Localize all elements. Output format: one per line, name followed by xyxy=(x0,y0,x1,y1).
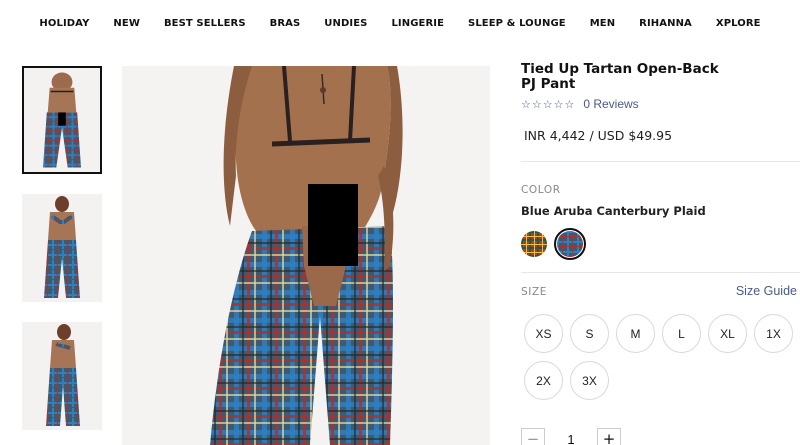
nav-item-bras[interactable]: BRAS xyxy=(258,18,313,29)
size-options: XS S M L XL 1X 2X 3X xyxy=(524,314,800,400)
product-thumbnail-image xyxy=(24,68,100,172)
divider xyxy=(521,161,800,162)
swatch-red-tartan[interactable] xyxy=(521,231,547,257)
product-title: Tied Up Tartan Open-Back PJ Pant xyxy=(521,61,719,92)
size-guide-link[interactable]: Size Guide xyxy=(736,284,797,298)
size-option-s[interactable]: S xyxy=(570,314,609,353)
thumbnail-back-view[interactable] xyxy=(22,66,102,174)
red-tartan-swatch-icon xyxy=(521,231,547,257)
product-photo xyxy=(122,66,490,445)
divider xyxy=(521,272,800,273)
thumbnail-list xyxy=(22,66,104,445)
size-option-3x[interactable]: 3X xyxy=(570,361,609,400)
size-option-xs[interactable]: XS xyxy=(524,314,563,353)
nav-item-lingerie[interactable]: LINGERIE xyxy=(379,18,456,29)
reviews-link[interactable]: 0 Reviews xyxy=(583,97,638,111)
review-summary: ☆☆☆☆☆ 0 Reviews xyxy=(521,96,800,112)
size-heading: SIZE xyxy=(521,286,547,298)
selected-color-name: Blue Aruba Canterbury Plaid xyxy=(521,204,706,218)
nav-item-best-sellers[interactable]: BEST SELLERS xyxy=(152,18,258,29)
nav-item-xplore[interactable]: XPLORE xyxy=(704,18,773,29)
quantity-increase-button[interactable]: + xyxy=(597,428,621,445)
quantity-stepper: − 1 + xyxy=(521,428,621,445)
color-heading: COLOR xyxy=(521,184,561,196)
top-navigation: HOLIDAY NEW BEST SELLERS BRAS UNDIES LIN… xyxy=(0,0,800,46)
product-thumbnail-image xyxy=(22,194,102,302)
blue-tartan-swatch-icon xyxy=(557,231,583,257)
product-thumbnail-image xyxy=(22,322,102,430)
product-price: INR 4,442 / USD $49.95 xyxy=(524,128,673,143)
product-main-image[interactable] xyxy=(122,66,490,445)
nav-item-sleep-lounge[interactable]: SLEEP & LOUNGE xyxy=(456,18,578,29)
swatch-blue-tartan[interactable] xyxy=(554,228,586,260)
color-swatches xyxy=(521,228,586,260)
product-info-panel: Tied Up Tartan Open-Back PJ Pant ☆☆☆☆☆ 0… xyxy=(521,61,800,445)
rating-stars-icon[interactable]: ☆☆☆☆☆ xyxy=(521,98,575,111)
size-option-1x[interactable]: 1X xyxy=(754,314,793,353)
thumbnail-front-view[interactable] xyxy=(22,194,102,302)
quantity-decrease-button[interactable]: − xyxy=(521,428,545,445)
size-option-2x[interactable]: 2X xyxy=(524,361,563,400)
size-option-xl[interactable]: XL xyxy=(708,314,747,353)
thumbnail-side-view[interactable] xyxy=(22,322,102,430)
nav-item-holiday[interactable]: HOLIDAY xyxy=(27,18,101,29)
size-option-l[interactable]: L xyxy=(662,314,701,353)
quantity-value: 1 xyxy=(567,431,575,445)
nav-item-new[interactable]: NEW xyxy=(101,18,152,29)
nav-item-undies[interactable]: UNDIES xyxy=(312,18,379,29)
nav-item-rihanna[interactable]: RIHANNA xyxy=(627,18,704,29)
size-option-m[interactable]: M xyxy=(616,314,655,353)
nav-item-men[interactable]: MEN xyxy=(578,18,627,29)
